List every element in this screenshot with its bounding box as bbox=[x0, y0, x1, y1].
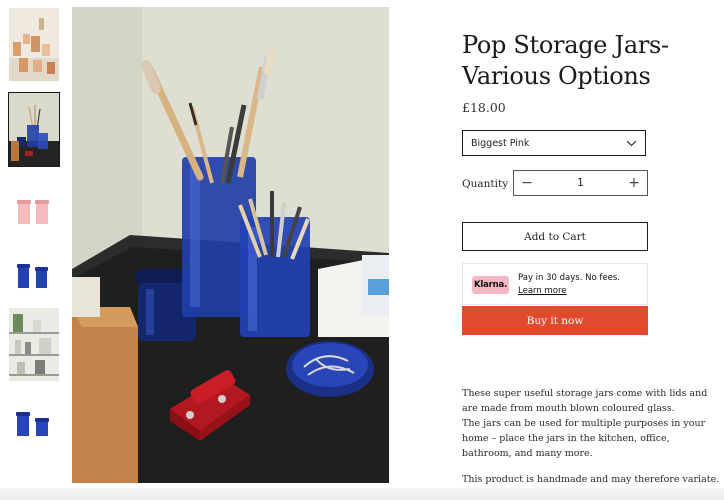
product-title-line-1: Pop Storage Jars- bbox=[462, 31, 669, 59]
quantity-label: Quantity bbox=[462, 178, 509, 190]
plus-icon: + bbox=[628, 175, 640, 191]
variant-select-value: Biggest Pink bbox=[471, 137, 530, 149]
chevron-down-icon bbox=[626, 140, 637, 146]
quantity-decrement-button[interactable]: − bbox=[514, 171, 540, 195]
quantity-value[interactable]: 1 bbox=[577, 177, 584, 189]
product-title: Pop Storage Jars- Various Options bbox=[462, 30, 702, 92]
shelf-image bbox=[9, 308, 59, 381]
product-description: These super useful storage jars come wit… bbox=[462, 386, 720, 487]
variant-select[interactable]: Biggest Pink bbox=[462, 130, 646, 156]
klarna-logo: Klarna. bbox=[472, 276, 509, 294]
thumbnail-blue-jars-lids[interactable] bbox=[9, 388, 59, 461]
product-info-panel: Pop Storage Jars- Various Options £18.00… bbox=[462, 0, 719, 500]
thumbnail-blue-brush-jars[interactable] bbox=[8, 92, 60, 167]
blue-jars-image bbox=[9, 243, 59, 316]
product-title-line-2: Various Options bbox=[462, 62, 651, 90]
thumbnail-shelf[interactable] bbox=[9, 308, 59, 381]
quantity-increment-button[interactable]: + bbox=[621, 171, 647, 195]
quantity-stepper: − 1 + bbox=[513, 170, 648, 196]
buy-it-now-button[interactable]: Buy it now bbox=[462, 306, 648, 335]
klarna-message: Pay in 30 days. No fees. bbox=[518, 273, 620, 283]
description-paragraph-3: This product is handmade and may therefo… bbox=[462, 474, 720, 485]
klarna-promo: Klarna. Pay in 30 days. No fees. Learn m… bbox=[462, 263, 648, 305]
description-paragraph-1: These super useful storage jars come wit… bbox=[462, 388, 708, 414]
thumbnail-amber-jars[interactable] bbox=[9, 8, 59, 81]
thumbnail-pink-jars[interactable] bbox=[9, 178, 59, 251]
description-paragraph-2: The jars can be used for multiple purpos… bbox=[462, 418, 706, 459]
blue-jars-with-brushes-photo bbox=[72, 7, 389, 483]
blue-jars-lids-image bbox=[9, 388, 59, 461]
blue-brush-jars-image bbox=[9, 93, 59, 166]
thumbnail-blue-jars[interactable] bbox=[9, 243, 59, 316]
page-bottom-edge bbox=[0, 488, 724, 500]
klarna-learn-more-link[interactable]: Learn more bbox=[518, 286, 566, 296]
minus-icon: − bbox=[521, 175, 533, 191]
amber-jars-image bbox=[9, 8, 59, 81]
pink-jars-image bbox=[9, 178, 59, 251]
product-price: £18.00 bbox=[462, 100, 506, 115]
add-to-cart-button[interactable]: Add to Cart bbox=[462, 222, 648, 251]
product-main-image[interactable] bbox=[72, 7, 389, 483]
